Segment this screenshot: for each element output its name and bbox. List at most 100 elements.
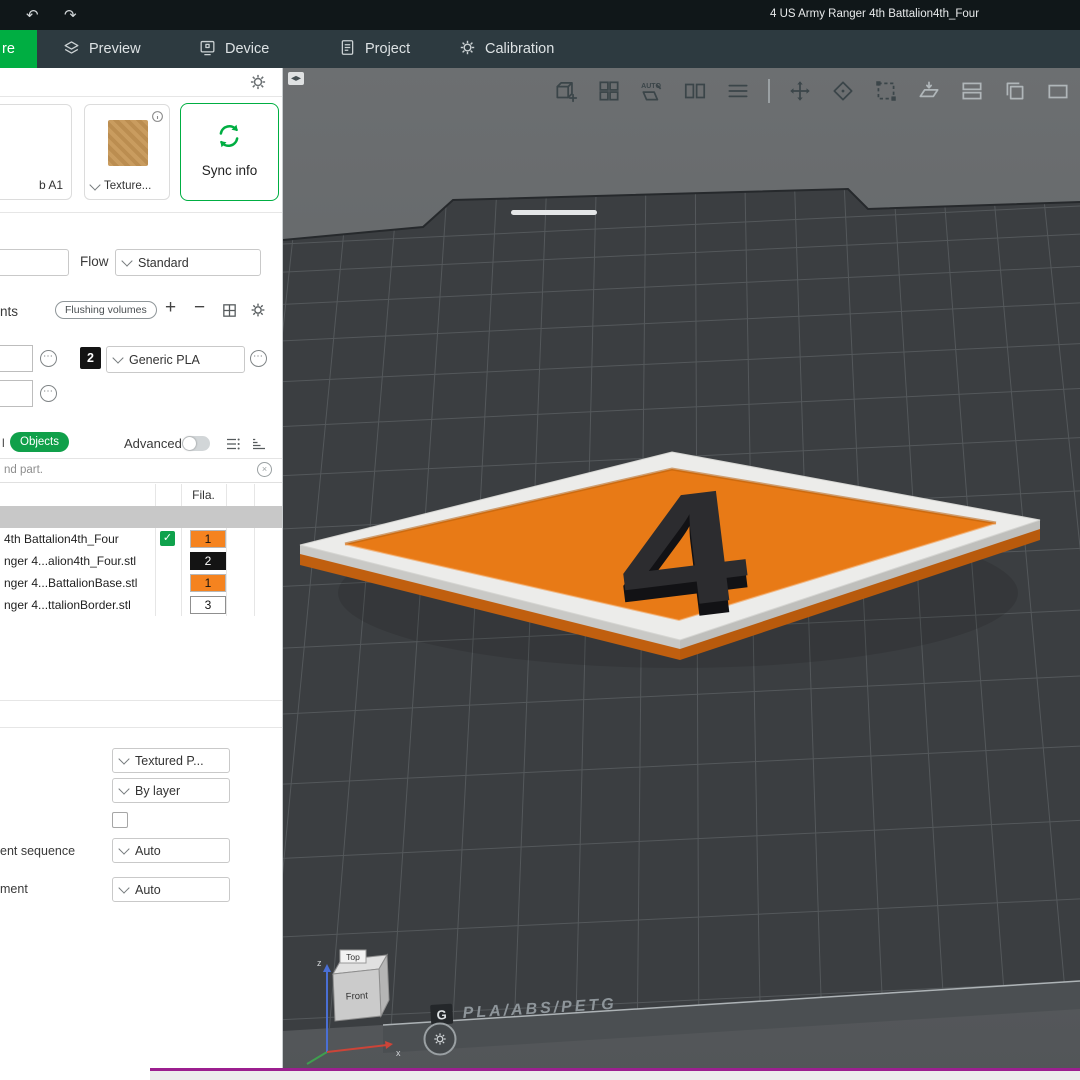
chevron-down-icon <box>89 178 101 191</box>
tab-preview-label: Preview <box>89 41 141 57</box>
filament3-options-icon[interactable]: ⋯ <box>40 385 57 402</box>
texture-label: Texture... <box>104 180 152 192</box>
nozzle-field[interactable] <box>0 249 69 276</box>
lay-flat-icon[interactable] <box>916 78 942 104</box>
filament1-color-swatch[interactable] <box>0 345 33 372</box>
table-row[interactable]: nger 4...ttalionBorder.stl 3 <box>0 594 282 616</box>
tab-project[interactable]: Project <box>338 30 410 68</box>
bed-slot <box>511 210 597 215</box>
process-checkbox[interactable] <box>112 812 128 828</box>
app-window: ↶ ↷ 4 US Army Ranger 4th Battalion4th_Fo… <box>0 0 1080 1080</box>
split-icon[interactable] <box>682 78 708 104</box>
viewport-canvas[interactable]: G PLA/ABS/PETG 4 4 Top Front z x <box>283 68 1080 1080</box>
filament-badge[interactable]: 3 <box>190 596 226 614</box>
project-icon <box>338 38 357 61</box>
scale-icon[interactable] <box>873 78 899 104</box>
tab-calibration-label: Calibration <box>485 41 555 57</box>
printer-name: b A1 <box>38 178 63 192</box>
add-filament-icon[interactable]: + <box>165 297 176 319</box>
object-name: nger 4...alion4th_Four.stl <box>4 554 137 568</box>
table-row[interactable]: nger 4...BattalionBase.stl 1 <box>0 572 282 594</box>
table-row[interactable]: nger 4...alion4th_Four.stl 2 <box>0 550 282 572</box>
x-axis-label: x <box>396 1048 401 1058</box>
filament2-index-badge[interactable]: 2 <box>80 347 101 369</box>
tab-project-label: Project <box>365 41 411 57</box>
tab-device[interactable]: Device <box>198 30 269 68</box>
filament-badge[interactable]: 2 <box>190 552 226 570</box>
object-name: nger 4...ttalionBorder.stl <box>4 598 131 612</box>
plate-texture-card[interactable]: Texture... <box>84 104 170 200</box>
info-icon[interactable] <box>151 110 164 128</box>
arrangement-dropdown[interactable]: Auto <box>112 877 230 902</box>
filament2-options-icon[interactable]: ⋯ <box>250 350 267 367</box>
chevron-down-icon <box>118 882 130 894</box>
device-icon <box>198 38 217 61</box>
search-text: nd part. <box>4 464 43 476</box>
plate-row-selected[interactable] <box>0 506 282 528</box>
nav-cube-top-label: Top <box>346 952 360 962</box>
mode-dropdown[interactable]: By layer <box>112 778 230 803</box>
arrange-icon[interactable] <box>596 78 622 104</box>
clone-icon[interactable] <box>1002 78 1028 104</box>
divider <box>0 96 282 97</box>
move-icon[interactable] <box>787 78 813 104</box>
chevron-down-icon <box>121 255 133 267</box>
filament-badge[interactable]: 1 <box>190 530 226 548</box>
viewport-3d[interactable]: G PLA/ABS/PETG 4 4 Top Front z x ◂▸ AUTO <box>283 68 1080 1080</box>
model-number[interactable]: 4 <box>607 454 756 647</box>
advanced-toggle[interactable] <box>182 436 210 451</box>
bed-logo-letter: G <box>436 1007 447 1023</box>
object-visible-checkbox[interactable]: ✓ <box>160 531 175 546</box>
cut-off-icon[interactable] <box>1045 78 1071 104</box>
divider <box>0 727 282 728</box>
nav-cube[interactable]: Top Front <box>332 949 390 1022</box>
viewport-settings-button[interactable] <box>423 1022 457 1056</box>
sidebar-collapse-handle[interactable]: ◂▸ <box>288 72 305 85</box>
flow-label: Flow <box>80 254 109 269</box>
variable-layer-icon[interactable] <box>250 435 268 458</box>
filament2-material-dropdown[interactable]: Generic PLA <box>106 346 245 373</box>
divider <box>0 212 282 213</box>
object-name: 4th Battalion4th_Four <box>4 532 119 546</box>
clear-search-icon[interactable]: × <box>257 462 272 477</box>
filament3-color-swatch[interactable] <box>0 380 33 407</box>
layer-lines-icon[interactable] <box>725 78 751 104</box>
tab-prepare[interactable]: re <box>0 30 37 68</box>
global-tab-partial[interactable]: l <box>2 436 5 450</box>
table-row[interactable]: 4th Battalion4th_Four ✓ 1 <box>0 528 282 550</box>
viewport-toolbar: AUTO <box>553 78 1071 104</box>
search-input[interactable]: nd part. × <box>0 460 282 483</box>
chevron-down-icon <box>118 753 130 765</box>
sequence-dropdown[interactable]: Auto <box>112 838 230 863</box>
printer-card[interactable]: b A1 <box>0 104 72 200</box>
rows-icon[interactable] <box>959 78 985 104</box>
filament-settings-gear-icon[interactable] <box>249 301 267 319</box>
chevron-down-icon <box>112 352 124 364</box>
calibration-gear-icon <box>458 38 477 61</box>
mode-value: By layer <box>135 783 181 798</box>
undo-icon[interactable]: ↶ <box>26 6 39 24</box>
plate-type-dropdown[interactable]: Textured P... <box>112 748 230 773</box>
advanced-label: Advanced <box>124 436 182 451</box>
tab-preview[interactable]: Preview <box>62 30 141 68</box>
remove-filament-icon[interactable]: − <box>194 297 205 319</box>
flushing-volumes-button[interactable]: Flushing volumes <box>55 301 157 319</box>
tab-calibration[interactable]: Calibration <box>458 30 554 68</box>
redo-icon[interactable]: ↷ <box>64 6 77 24</box>
toolbar-separator <box>768 79 770 103</box>
printer-settings-gear-icon[interactable] <box>248 72 268 92</box>
background-window-strip <box>150 1068 1080 1080</box>
filament1-options-icon[interactable]: ⋯ <box>40 350 57 367</box>
filament-badge[interactable]: 1 <box>190 574 226 592</box>
list-view-icon[interactable] <box>224 435 242 458</box>
add-plate-icon[interactable] <box>553 78 579 104</box>
texture-thumbnail <box>108 120 148 166</box>
auto-orient-icon[interactable]: AUTO <box>639 78 665 104</box>
sync-info-button[interactable]: Sync info <box>180 103 279 201</box>
flow-dropdown[interactable]: Standard <box>115 249 261 276</box>
flush-matrix-icon[interactable] <box>221 302 238 324</box>
sequence-value: Auto <box>135 843 161 858</box>
tab-objects[interactable]: Objects <box>10 432 69 452</box>
rotate-icon[interactable] <box>830 78 856 104</box>
object-name: nger 4...BattalionBase.stl <box>4 576 138 590</box>
